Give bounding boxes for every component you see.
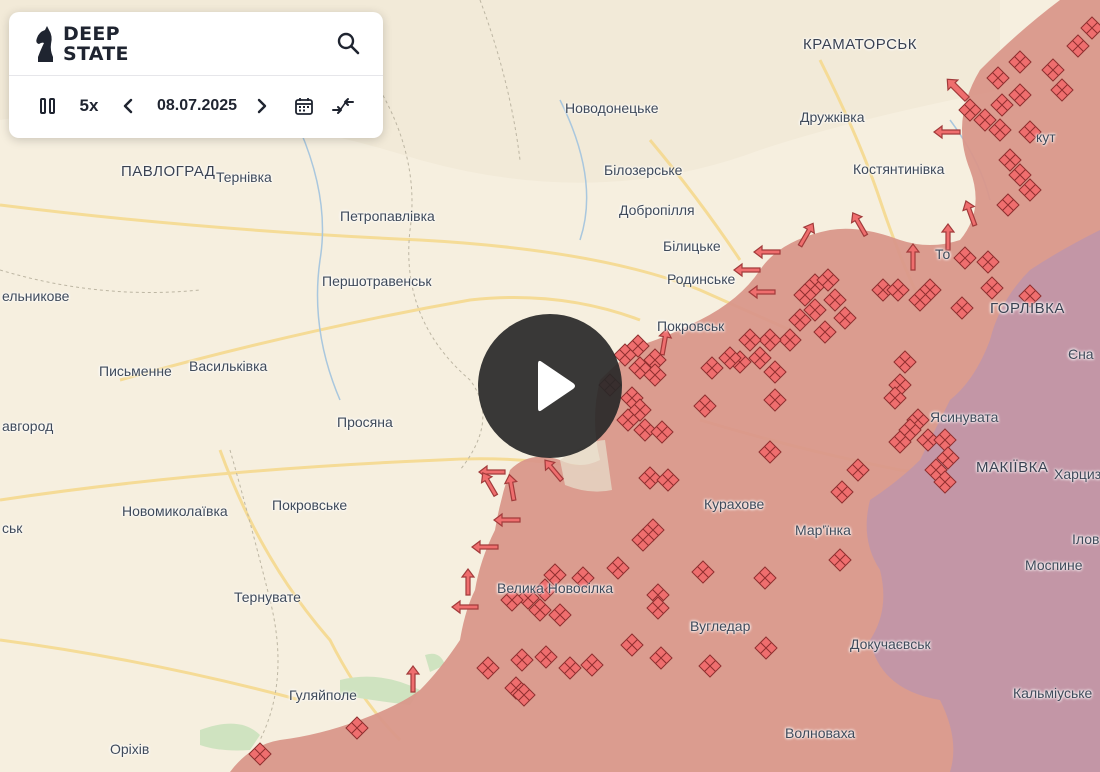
place-label: ГОРЛІВКА: [990, 300, 1065, 317]
place-label: Курахове: [704, 496, 765, 512]
panel-divider: [9, 75, 383, 76]
place-label: Покровське: [272, 497, 348, 513]
chevron-right-icon: [257, 98, 267, 114]
place-label: ельникове: [2, 288, 70, 304]
next-date-button[interactable]: [251, 92, 273, 120]
place-label: Новодонецьке: [565, 100, 659, 116]
pause-icon: [40, 98, 55, 114]
place-label: КРАМАТОРСЬК: [803, 36, 917, 53]
collapse-arrows-icon: [332, 98, 354, 114]
place-label: Просяна: [337, 414, 393, 430]
deepstate-logo[interactable]: DEEP STATE: [33, 22, 163, 66]
place-label: Ілов: [1072, 531, 1100, 547]
current-date[interactable]: 08.07.2025: [149, 92, 245, 120]
pause-button[interactable]: [35, 92, 61, 120]
place-label: Письменне: [99, 363, 172, 379]
place-label: Родинське: [667, 271, 736, 287]
place-label: Докучаєвськ: [850, 636, 931, 652]
prev-date-button[interactable]: [117, 92, 139, 120]
control-panel: DEEP STATE 5x 08.07.2025: [9, 12, 383, 138]
place-label: Новомиколаївка: [122, 503, 228, 519]
place-label: Петропавлівка: [340, 208, 435, 224]
place-label: Моспине: [1025, 557, 1083, 573]
place-label: Добропілля: [619, 202, 695, 218]
place-label: Костянтинівка: [853, 161, 945, 177]
place-label: Першотравенськ: [322, 273, 432, 289]
place-label: Волноваха: [785, 725, 856, 741]
play-icon: [538, 360, 575, 412]
place-label: Білозерське: [604, 162, 683, 178]
place-label: Покровськ: [657, 318, 725, 334]
collapse-button[interactable]: [329, 92, 357, 120]
speed-toggle[interactable]: 5x: [73, 92, 105, 120]
search-icon: [337, 32, 360, 55]
place-label: авгород: [2, 418, 54, 434]
place-label: ПАВЛОГРАД: [121, 163, 216, 180]
play-button[interactable]: [478, 314, 622, 458]
place-label: Велика Новосілка: [497, 580, 614, 596]
calendar-icon: [295, 98, 313, 115]
search-button[interactable]: [335, 30, 363, 58]
place-label: Тернівка: [216, 169, 272, 185]
place-label: Васильківка: [189, 358, 268, 374]
place-label: Ясинувата: [930, 409, 999, 425]
place-label: Дружківка: [800, 109, 865, 125]
place-label: Оріхів: [110, 741, 150, 757]
place-label: Єна: [1068, 346, 1094, 362]
place-label: То: [935, 246, 951, 262]
place-label: Вугледар: [690, 618, 751, 634]
place-label: Кальміуське: [1013, 685, 1093, 701]
place-label: кут: [1036, 129, 1056, 145]
logo-text-deep: DEEP: [63, 23, 120, 45]
chevron-left-icon: [123, 98, 133, 114]
place-label: Гуляйполе: [289, 687, 357, 703]
place-label: Білицьке: [663, 238, 721, 254]
place-label: Тернувате: [234, 589, 301, 605]
calendar-button[interactable]: [291, 92, 317, 120]
logo-text-state: STATE: [63, 43, 129, 65]
place-label: МАКІЇВКА: [976, 459, 1049, 476]
place-label: ськ: [2, 520, 23, 536]
knight-logo-icon: [36, 26, 53, 62]
place-label: Харцизь: [1054, 466, 1100, 482]
place-label: Мар'їнка: [795, 522, 851, 538]
